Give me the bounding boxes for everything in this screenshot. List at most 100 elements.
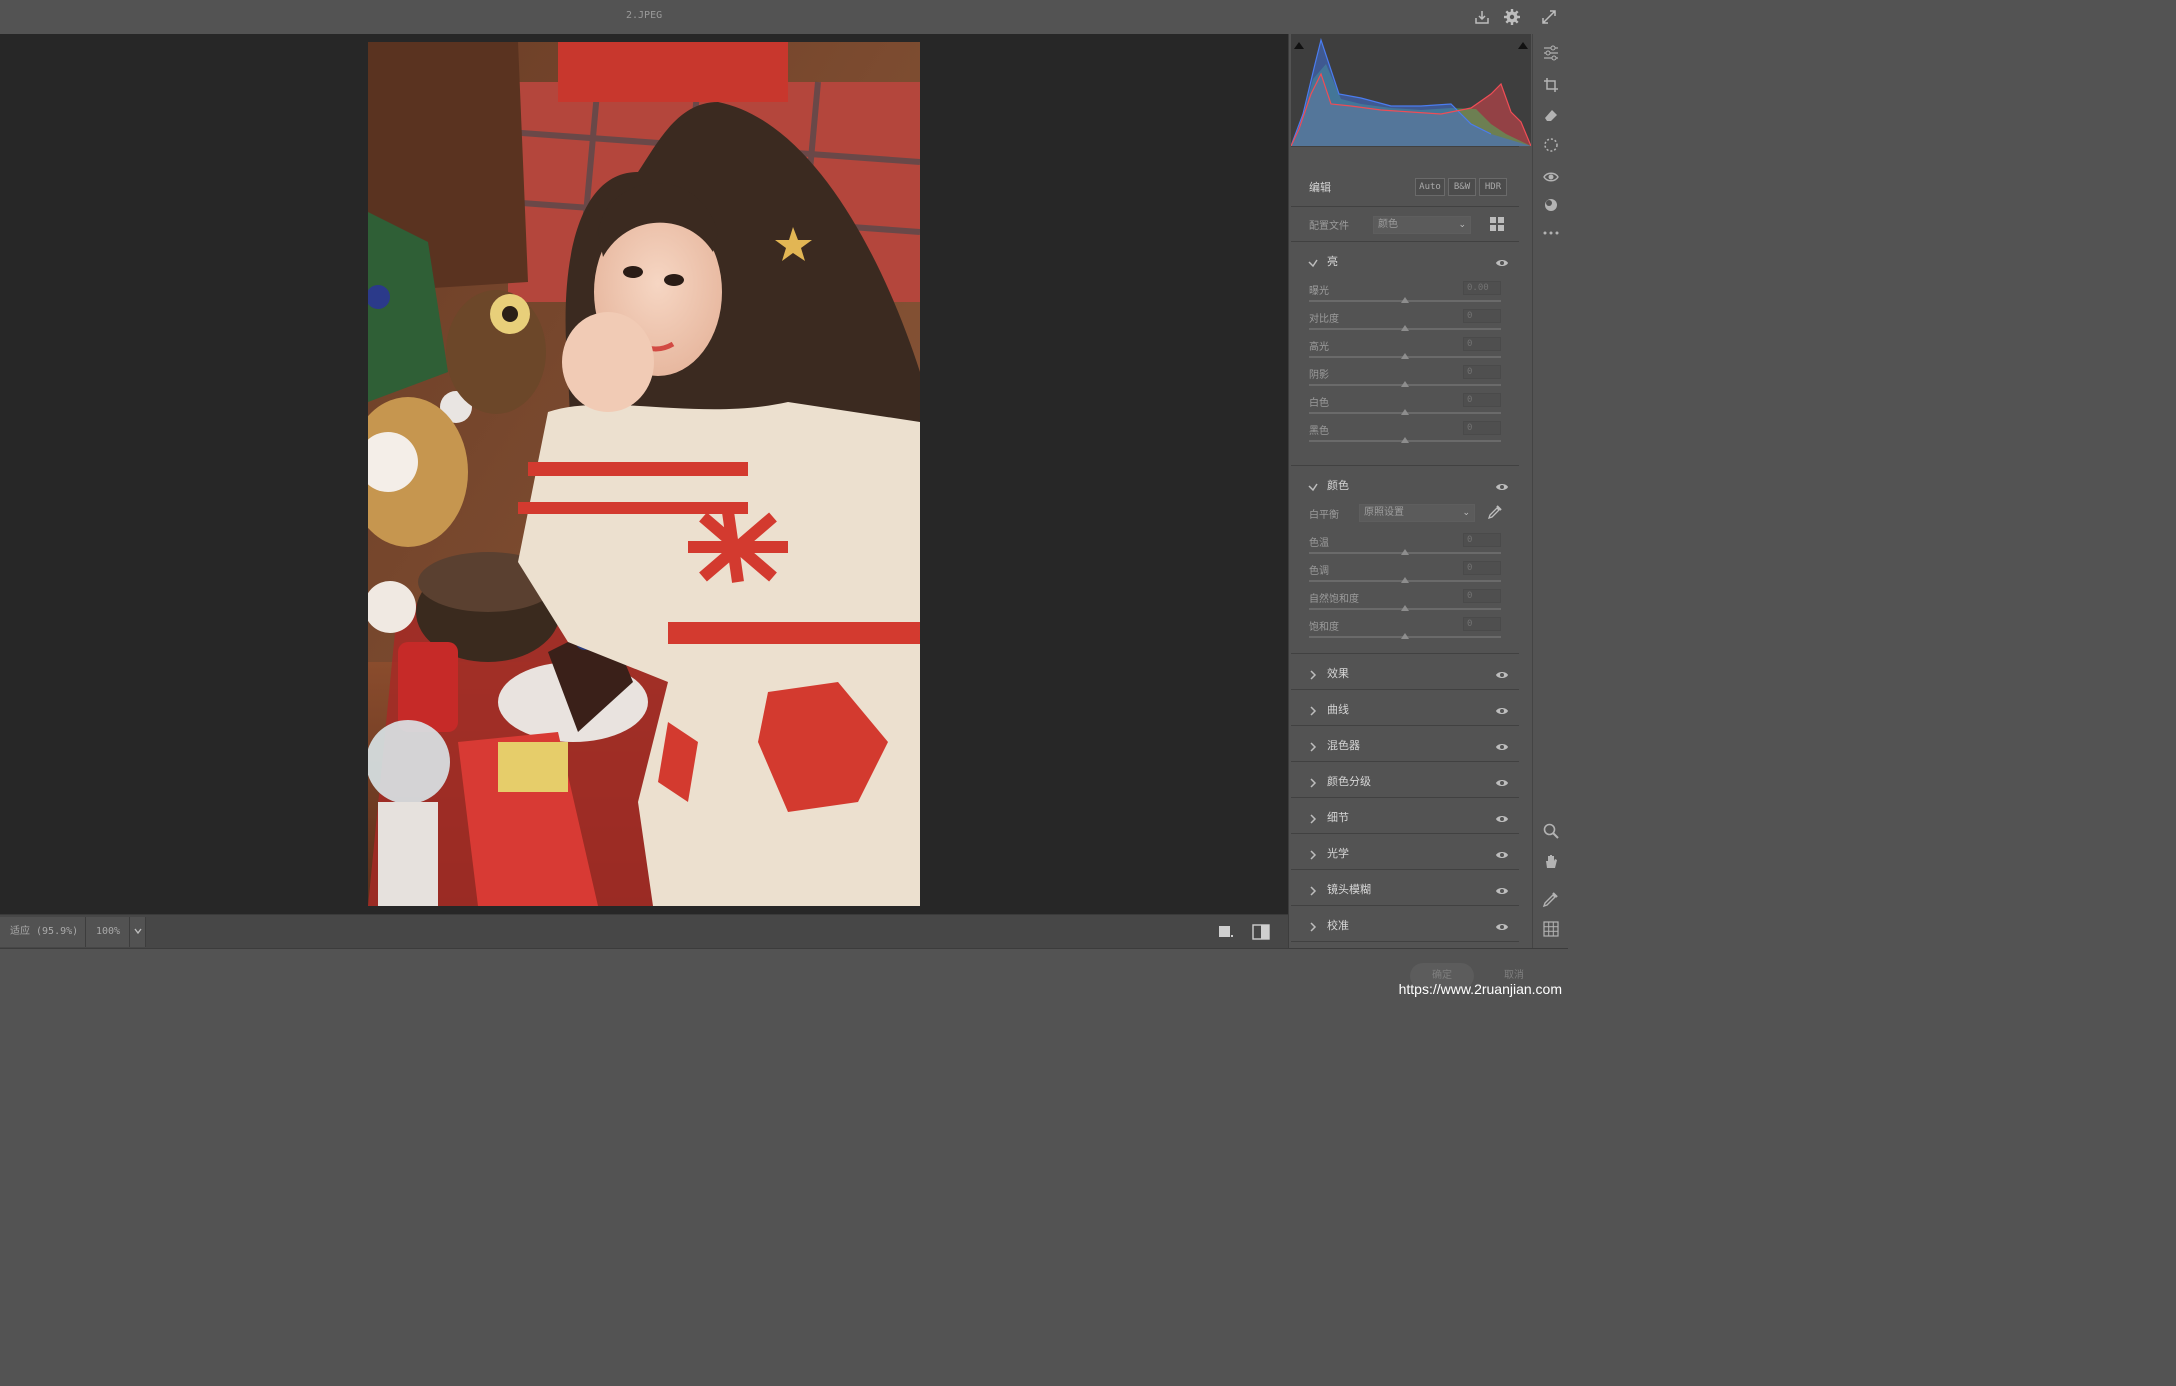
profile-value: 颜色 [1378, 219, 1398, 230]
eye-icon[interactable] [1495, 774, 1509, 786]
collapsed-section-header[interactable]: 镜头模糊 [1291, 870, 1519, 906]
eyedropper-icon[interactable] [1487, 504, 1503, 524]
slider-label: 高光 [1309, 342, 1329, 353]
crop-icon[interactable] [1542, 76, 1560, 94]
section-title: 曲线 [1327, 703, 1349, 716]
slider-value-input[interactable]: 0 [1463, 309, 1501, 323]
zoom-icon[interactable] [1542, 822, 1560, 840]
white-balance-row: 白平衡 原照设置 ⌄ [1291, 502, 1519, 530]
bottom-toolbar: 适应 (95.9%) 100% [0, 914, 1288, 948]
presets-icon[interactable] [1542, 196, 1560, 214]
slider-thumb[interactable] [1401, 409, 1409, 415]
save-icon[interactable] [1473, 8, 1491, 26]
white-balance-dropdown[interactable]: 原照设置 ⌄ [1359, 504, 1475, 522]
auto-button[interactable]: Auto [1415, 178, 1445, 196]
color-section-header[interactable]: 颜色 [1291, 466, 1519, 502]
section-title: 效果 [1327, 667, 1349, 680]
grid-icon[interactable] [1542, 920, 1560, 938]
slider-thumb[interactable] [1401, 633, 1409, 639]
bw-button[interactable]: B&W [1448, 178, 1476, 196]
slider-thumb[interactable] [1401, 297, 1409, 303]
watermark-text: https://www.2ruanjian.com [1398, 981, 1562, 997]
slider-thumb[interactable] [1401, 381, 1409, 387]
eye-icon[interactable] [1495, 846, 1509, 858]
white-balance-label: 白平衡 [1309, 510, 1339, 521]
slider-label: 对比度 [1309, 314, 1339, 325]
slider-thumb[interactable] [1401, 605, 1409, 611]
hdr-button[interactable]: HDR [1479, 178, 1507, 196]
chevron-right-icon [1307, 846, 1319, 860]
slider-label: 黑色 [1309, 426, 1329, 437]
slider-value-input[interactable]: 0.00 [1463, 281, 1501, 295]
slider-label: 阴影 [1309, 370, 1329, 381]
slider-value-input[interactable]: 0 [1463, 589, 1501, 603]
slider-value-input[interactable]: 0 [1463, 533, 1501, 547]
white-balance-value: 原照设置 [1364, 507, 1404, 518]
red-eye-icon[interactable] [1542, 168, 1560, 186]
image-canvas[interactable] [0, 34, 1288, 914]
eye-icon[interactable] [1495, 810, 1509, 822]
collapsed-section-header[interactable]: 颜色分级 [1291, 762, 1519, 798]
light-section-title: 亮 [1327, 255, 1338, 268]
window-title: 2.JPEG [626, 10, 663, 21]
slider-value-input[interactable]: 0 [1463, 561, 1501, 575]
eye-icon[interactable] [1495, 882, 1509, 894]
slider-row: 饱和度 0 [1291, 614, 1519, 642]
section-title: 校准 [1327, 919, 1349, 932]
highlight-clipping-icon[interactable] [1517, 36, 1529, 55]
section-title: 细节 [1327, 811, 1349, 824]
chevron-down-icon [1307, 254, 1319, 268]
slider-thumb[interactable] [1401, 549, 1409, 555]
collapsed-section-header[interactable]: 效果 [1291, 654, 1519, 690]
collapsed-section-header[interactable]: 校准 [1291, 906, 1519, 942]
chevron-down-icon [1307, 478, 1319, 492]
chevron-right-icon [1307, 774, 1319, 788]
mask-icon[interactable] [1542, 136, 1560, 154]
single-view-icon[interactable] [1218, 924, 1234, 944]
chevron-right-icon [1307, 702, 1319, 716]
more-icon[interactable] [1542, 224, 1560, 242]
color-section-title: 颜色 [1327, 479, 1349, 492]
eye-icon[interactable] [1495, 478, 1509, 490]
eye-icon[interactable] [1495, 702, 1509, 714]
eye-icon[interactable] [1495, 738, 1509, 750]
eraser-icon[interactable] [1542, 106, 1560, 124]
compare-view-icon[interactable] [1252, 924, 1270, 944]
expand-icon[interactable] [1540, 8, 1558, 26]
eye-icon[interactable] [1495, 254, 1509, 266]
light-section-header[interactable]: 亮 [1291, 242, 1519, 278]
profile-browser-icon[interactable] [1489, 216, 1505, 236]
slider-value-input[interactable]: 0 [1463, 393, 1501, 407]
section-title: 光学 [1327, 847, 1349, 860]
footer-bar: 确定 取消 https://www.2ruanjian.com [0, 948, 1568, 999]
slider-thumb[interactable] [1401, 325, 1409, 331]
chevron-down-icon: ⌄ [1458, 220, 1466, 230]
hand-icon[interactable] [1542, 852, 1560, 870]
slider-thumb[interactable] [1401, 437, 1409, 443]
color-sampler-icon[interactable] [1542, 890, 1560, 908]
slider-value-input[interactable]: 0 [1463, 365, 1501, 379]
slider-thumb[interactable] [1401, 353, 1409, 359]
eye-icon[interactable] [1495, 666, 1509, 678]
eye-icon[interactable] [1495, 918, 1509, 930]
shadow-clipping-icon[interactable] [1293, 36, 1305, 55]
collapsed-section-header[interactable]: 细节 [1291, 798, 1519, 834]
gear-icon[interactable] [1503, 8, 1521, 26]
zoom-fit-button[interactable]: 适应 (95.9%) [0, 917, 86, 947]
profile-dropdown[interactable]: 颜色 ⌄ [1373, 216, 1471, 234]
slider-row: 色温 0 [1291, 530, 1519, 558]
slider-value-input[interactable]: 0 [1463, 337, 1501, 351]
slider-row: 白色 0 [1291, 390, 1519, 418]
slider-value-input[interactable]: 0 [1463, 617, 1501, 631]
zoom-100-button[interactable]: 100% [86, 917, 130, 947]
collapsed-section-header[interactable]: 光学 [1291, 834, 1519, 870]
collapsed-section-header[interactable]: 曲线 [1291, 690, 1519, 726]
chevron-right-icon [1307, 666, 1319, 680]
zoom-dropdown-arrow[interactable] [130, 917, 146, 947]
slider-thumb[interactable] [1401, 577, 1409, 583]
collapsed-section-header[interactable]: 混色器 [1291, 726, 1519, 762]
slider-value-input[interactable]: 0 [1463, 421, 1501, 435]
edit-sliders-icon[interactable] [1542, 44, 1560, 62]
photo-preview[interactable] [368, 42, 920, 906]
section-title: 镜头模糊 [1327, 883, 1371, 896]
